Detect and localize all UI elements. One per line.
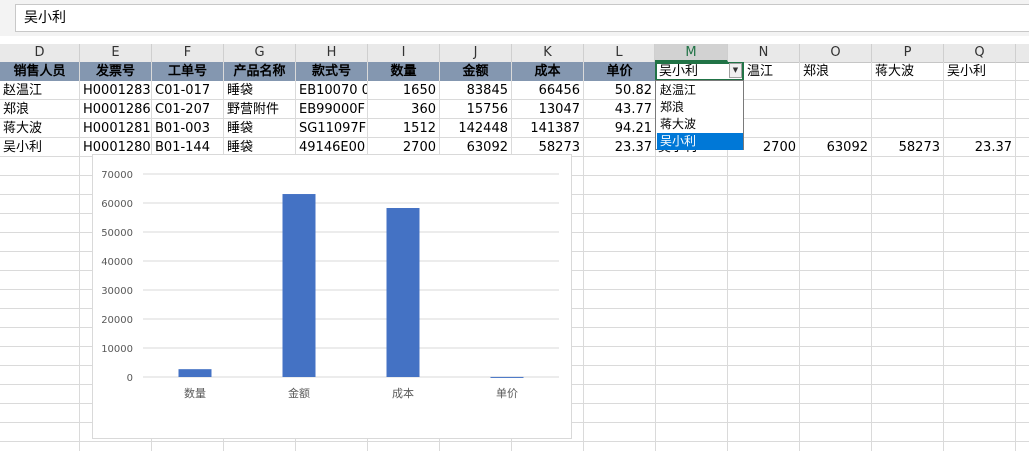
table-cell[interactable]: 23.37 [584, 138, 655, 157]
table-cell[interactable]: 蒋大波 [0, 119, 79, 138]
header-cell-amount[interactable]: 金额 [440, 62, 511, 81]
column-header-n[interactable]: N [728, 44, 800, 62]
header-cell-product-name[interactable]: 产品名称 [224, 62, 295, 81]
spreadsheet-window: 吴小利 DEFGHIJKLMNOPQ 销售人员 发票号 工单号 产品名称 款式号… [0, 0, 1029, 451]
column-header-q[interactable]: Q [944, 44, 1016, 62]
table-cell[interactable]: 141387 [512, 119, 583, 138]
table-cell[interactable]: 43.77 [584, 100, 655, 119]
header-cell-work-order[interactable]: 工单号 [152, 62, 223, 81]
table-cell[interactable]: SG11097F [296, 119, 367, 138]
y-tick-label: 40000 [101, 257, 133, 268]
table-cell[interactable]: H00012860 [80, 100, 151, 119]
chart-title: 吴小利 [305, 155, 359, 156]
table-cell[interactable]: C01-017 [152, 81, 223, 100]
table-cell[interactable]: 13047 [512, 100, 583, 119]
y-tick-label: 10000 [101, 344, 133, 355]
column-header-h[interactable]: H [296, 44, 368, 62]
column-header-j[interactable]: J [440, 44, 512, 62]
x-tick-label: 成本 [392, 386, 414, 400]
x-tick-label: 金额 [288, 386, 310, 400]
table-cell[interactable]: 360 [368, 100, 439, 119]
column-header-row: DEFGHIJKLMNOPQ [0, 44, 1029, 63]
lookup-result-cost[interactable]: 58273 [872, 138, 943, 157]
header-cell-cost[interactable]: 成本 [512, 62, 583, 81]
column-header-d[interactable]: D [0, 44, 80, 62]
column-header-g[interactable]: G [224, 44, 296, 62]
chart-bar [282, 194, 316, 377]
dropdown-arrow-icon[interactable]: ▼ [729, 63, 742, 78]
table-cell[interactable]: 睡袋 [224, 119, 295, 138]
formula-input[interactable]: 吴小利 [15, 4, 1029, 32]
name-dropdown-list[interactable]: 赵温江 郑浪 蒋大波 吴小利 [655, 80, 744, 150]
y-tick-label: 70000 [101, 170, 133, 181]
table-cell[interactable]: 郑浪 [0, 100, 79, 119]
formula-bar: 吴小利 [0, 0, 1029, 37]
table-cell[interactable]: H00012832 [80, 81, 151, 100]
dropdown-option[interactable]: 郑浪 [657, 99, 743, 116]
table-cell[interactable]: 66456 [512, 81, 583, 100]
table-cell[interactable]: 1512 [368, 119, 439, 138]
column-header-e[interactable]: E [80, 44, 152, 62]
table-cell[interactable]: 94.21 [584, 119, 655, 138]
table-cell[interactable]: 83845 [440, 81, 511, 100]
lookup-result-unit-price[interactable]: 23.37 [944, 138, 1015, 157]
y-tick-label: 30000 [101, 286, 133, 297]
table-cell[interactable]: C01-207 [152, 100, 223, 119]
chart-canvas: 吴小利 0 10000 20000 30000 40000 50000 60000 70000 数… [101, 155, 559, 400]
header-cell-unit-price[interactable]: 单价 [584, 62, 655, 81]
table-cell[interactable]: B01-003 [152, 119, 223, 138]
lookup-header-p[interactable]: 蒋大波 [872, 62, 943, 81]
bar-chart[interactable]: 吴小利 0 10000 20000 30000 40000 50000 60000 70000 数… [92, 154, 572, 439]
lookup-header-o[interactable]: 郑浪 [800, 62, 871, 81]
column-header-f[interactable]: F [152, 44, 224, 62]
table-cell[interactable]: 野营附件 [224, 100, 295, 119]
header-cell-style-no[interactable]: 款式号 [296, 62, 367, 81]
table-cell[interactable]: 赵温江 [0, 81, 79, 100]
header-cell-salesperson[interactable]: 销售人员 [0, 62, 79, 81]
table-cell[interactable]: 142448 [440, 119, 511, 138]
table-cell[interactable]: 1650 [368, 81, 439, 100]
column-header-m[interactable]: M [655, 44, 728, 62]
header-cell-invoice[interactable]: 发票号 [80, 62, 151, 81]
table-cell[interactable]: 吴小利 [0, 138, 79, 157]
column-header-p[interactable]: P [872, 44, 944, 62]
table-cell[interactable]: EB10070 0 [296, 81, 367, 100]
column-gridline [1015, 62, 1016, 451]
y-tick-label: 0 [127, 373, 133, 384]
lookup-header-n[interactable]: 温江 [744, 62, 799, 81]
x-tick-label: 数量 [184, 387, 206, 400]
table-cell[interactable]: 睡袋 [224, 81, 295, 100]
row-gridline [0, 441, 1029, 442]
table-cell[interactable]: 15756 [440, 100, 511, 119]
chart-bar [386, 208, 420, 377]
column-header-k[interactable]: K [512, 44, 584, 62]
worksheet-grid[interactable]: 销售人员 发票号 工单号 产品名称 款式号 数量 金额 成本 单价 吴小利 ▼ … [0, 62, 1029, 451]
y-tick-label: 50000 [101, 228, 133, 239]
lookup-result-amount[interactable]: 63092 [800, 138, 871, 157]
dropdown-option-selected[interactable]: 吴小利 [657, 133, 743, 150]
y-tick-label: 20000 [101, 315, 133, 326]
lookup-header-q[interactable]: 吴小利 [944, 62, 1015, 81]
dropdown-option[interactable]: 蒋大波 [657, 116, 743, 133]
column-gridline [799, 62, 800, 451]
table-cell[interactable]: 50.82 [584, 81, 655, 100]
chart-bar [490, 376, 524, 378]
column-header-l[interactable]: L [584, 44, 655, 62]
table-cell[interactable]: EB99000F 0 [296, 100, 367, 119]
y-tick-label: 60000 [101, 199, 133, 210]
column-gridline [943, 62, 944, 451]
column-header-i[interactable]: I [368, 44, 440, 62]
column-header-o[interactable]: O [800, 44, 872, 62]
x-tick-label: 单价 [496, 387, 518, 400]
chart-bar [178, 369, 212, 377]
toolbar-gap [0, 36, 1029, 44]
table-cell[interactable]: H00012812 [80, 119, 151, 138]
dropdown-option[interactable]: 赵温江 [657, 82, 743, 99]
column-gridline [871, 62, 872, 451]
header-cell-quantity[interactable]: 数量 [368, 62, 439, 81]
